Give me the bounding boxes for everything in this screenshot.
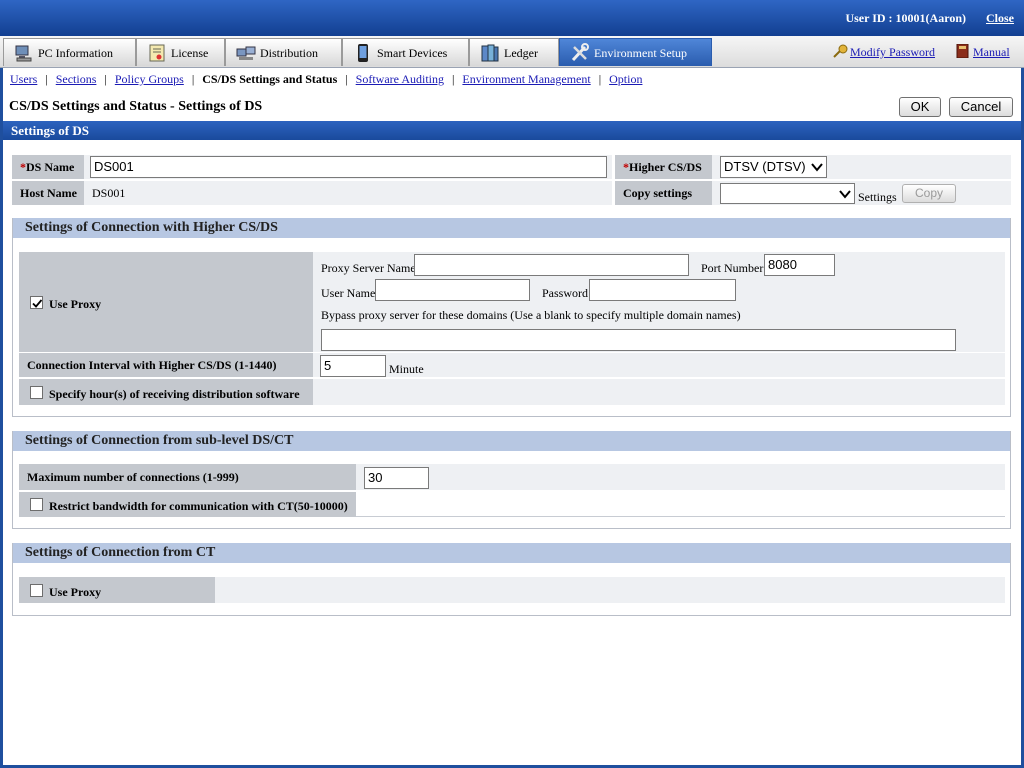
modify-password[interactable]: Modify Password [832, 44, 935, 60]
key-icon [833, 44, 848, 58]
manual[interactable]: Manual [955, 44, 1010, 60]
main-nav: PC Information License Distribution Smar… [0, 36, 1024, 68]
ct-use-proxy-value-cell [215, 577, 1005, 603]
ds-name-label: * DS Name [12, 155, 84, 179]
subnav-separator: | [191, 72, 195, 86]
ledger-icon [481, 44, 499, 62]
bypass-label: Bypass proxy server for these domains (U… [321, 308, 741, 322]
tab-license[interactable]: License [136, 38, 225, 66]
password-label: Password [542, 286, 589, 300]
copy-settings-select[interactable] [720, 183, 855, 204]
manual-link[interactable]: Manual [973, 45, 1010, 59]
max-connections-label: Maximum number of connections (1-999) [19, 464, 356, 490]
use-proxy-label: Use Proxy [49, 297, 102, 311]
max-connections-input[interactable]: 30 [364, 467, 429, 489]
modify-password-link[interactable]: Modify Password [850, 45, 935, 59]
chevron-down-icon [811, 163, 823, 172]
receive-hours-label: Specify hour(s) of receiving distributio… [49, 387, 300, 401]
restrict-bandwidth-label: Restrict bandwidth for communication wit… [49, 499, 348, 513]
subnav-separator: | [598, 72, 602, 86]
subnav-sections[interactable]: Sections [56, 72, 97, 86]
subnav-separator: | [45, 72, 48, 86]
section-title-bar: Settings of DS [3, 121, 1021, 140]
subnav-option[interactable]: Option [609, 72, 642, 86]
subnav-users[interactable]: Users [10, 72, 37, 86]
receive-hours-value-cell [313, 379, 1005, 405]
page-title: CS/DS Settings and Status - Settings of … [9, 99, 263, 114]
tools-icon [571, 43, 589, 62]
higher-cs-ds-label-text: Higher CS/DS [629, 159, 702, 174]
restrict-bandwidth-checkbox[interactable] [30, 498, 43, 511]
proxy-server-input[interactable] [414, 254, 689, 276]
tab-label: Distribution [260, 46, 319, 60]
ds-name-input[interactable]: DS001 [90, 156, 607, 178]
proxy-server-label: Proxy Server Name [321, 261, 416, 275]
interval-label: Connection Interval with Higher CS/DS (1… [19, 353, 313, 377]
tab-distribution[interactable]: Distribution [225, 38, 342, 66]
manual-book-icon [956, 44, 969, 58]
top-bar: User ID : 10001(Aaron) Close [0, 0, 1024, 36]
subnav-cs-ds-settings: CS/DS Settings and Status [202, 72, 338, 86]
higher-cs-ds-value: DTSV (DTSV) [724, 159, 806, 174]
copy-settings-label: Copy settings [615, 181, 712, 205]
tab-label: License [171, 46, 209, 60]
row-divider [356, 516, 1005, 517]
check-icon [32, 299, 43, 308]
chevron-down-icon [839, 190, 851, 199]
ct-use-proxy-label: Use Proxy [49, 585, 102, 599]
subnav-separator: | [345, 72, 348, 86]
use-proxy-checkbox[interactable] [30, 296, 43, 309]
tab-environment-setup[interactable]: Environment Setup [559, 38, 712, 66]
host-name-label: Host Name [12, 181, 84, 205]
ds-name-label-text: DS Name [26, 159, 75, 174]
tab-ledger[interactable]: Ledger [469, 38, 559, 66]
sub-connection-title: Settings of Connection from sub-level DS… [13, 431, 1010, 451]
higher-connection-title: Settings of Connection with Higher CS/DS [13, 218, 1010, 238]
license-icon [149, 44, 165, 62]
sub-nav: Users | Sections | Policy Groups | CS/DS Setti… [10, 72, 642, 87]
user-id: User ID : 10001(Aaron) [845, 11, 966, 25]
subnav-environment-management[interactable]: Environment Management [462, 72, 590, 86]
settings-text: Settings [858, 190, 897, 204]
tab-smart-devices[interactable]: Smart Devices [342, 38, 469, 66]
bypass-input[interactable] [321, 329, 956, 351]
subnav-policy-groups[interactable]: Policy Groups [115, 72, 184, 86]
copy-button[interactable]: Copy [902, 184, 956, 203]
subnav-separator: | [104, 72, 107, 86]
cancel-button[interactable]: Cancel [949, 97, 1013, 117]
tab-label: PC Information [38, 46, 113, 60]
interval-input[interactable]: 5 [320, 355, 386, 377]
pc-icon [15, 45, 32, 62]
port-number-input[interactable]: 8080 [764, 254, 835, 276]
higher-cs-ds-label: * Higher CS/DS [615, 155, 712, 179]
password-input[interactable] [589, 279, 736, 301]
ok-button[interactable]: OK [899, 97, 941, 117]
host-name-value: DS001 [92, 186, 126, 200]
subnav-software-auditing[interactable]: Software Auditing [356, 72, 444, 86]
ct-use-proxy-checkbox[interactable] [30, 584, 43, 597]
receive-hours-checkbox[interactable] [30, 386, 43, 399]
distribution-icon [236, 46, 256, 60]
max-connections-cell [356, 464, 1005, 490]
subnav-separator: | [452, 72, 455, 86]
tab-label: Smart Devices [377, 46, 448, 60]
interval-unit: Minute [389, 362, 424, 376]
port-number-label: Port Number [701, 261, 764, 275]
close-link[interactable]: Close [986, 11, 1014, 26]
ct-connection-title: Settings of Connection from CT [13, 543, 1010, 563]
higher-cs-ds-select[interactable]: DTSV (DTSV) [720, 156, 827, 178]
tab-label: Environment Setup [594, 46, 687, 60]
tab-label: Ledger [504, 46, 538, 60]
smart-device-icon [358, 44, 368, 62]
host-name-cell [84, 181, 612, 205]
user-name-label: User Name [321, 286, 376, 300]
user-name-input[interactable] [375, 279, 530, 301]
tab-pc-information[interactable]: PC Information [3, 38, 136, 66]
